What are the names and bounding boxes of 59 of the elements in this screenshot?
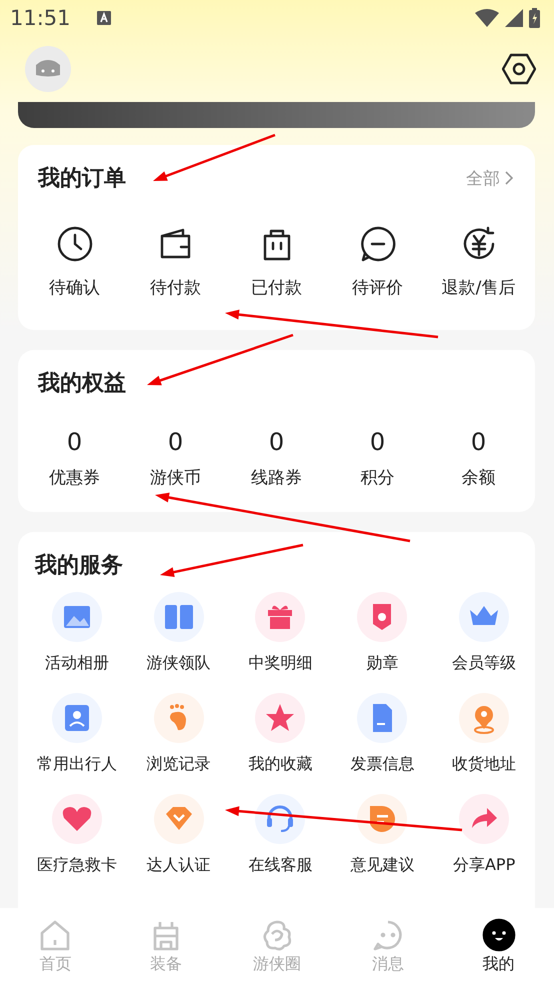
service-button[interactable]: 达人认证 — [128, 794, 230, 876]
service-button[interactable]: 游侠领队 — [128, 592, 230, 674]
benefit-count[interactable]: 0 — [470, 428, 486, 456]
membership-banner[interactable] — [18, 102, 535, 128]
service-button[interactable]: 会员等级 — [433, 592, 535, 674]
service-button[interactable]: 我的收藏 — [230, 693, 332, 775]
footprint-icon — [154, 693, 204, 743]
keyboard-icon — [96, 11, 111, 25]
service-button[interactable]: 分享APP — [433, 794, 535, 876]
order-status-button[interactable]: 已付款 — [226, 225, 327, 299]
service-button[interactable]: 勋章 — [331, 592, 434, 674]
benefit-label[interactable]: 积分 — [360, 466, 394, 489]
benefit-label[interactable]: 线路券 — [251, 466, 302, 489]
crown-icon — [459, 592, 510, 642]
section-title: 我的服务 — [35, 552, 123, 580]
order-status-button[interactable]: 退款/售后 — [428, 225, 529, 299]
share-icon — [459, 794, 510, 844]
benefit-count[interactable]: 0 — [168, 428, 184, 456]
chat-icon — [357, 794, 408, 844]
medal-icon — [357, 592, 408, 642]
benefit-count[interactable]: 0 — [66, 428, 82, 456]
section-title: 我的订单 — [38, 165, 126, 193]
face-icon — [482, 918, 516, 952]
chat-icon — [370, 918, 405, 952]
section-title: 我的权益 — [38, 370, 126, 398]
picture-icon — [52, 592, 102, 642]
service-button[interactable]: 在线客服 — [230, 794, 332, 876]
gift-icon — [255, 592, 306, 642]
settings-icon[interactable] — [502, 53, 536, 85]
headset-icon — [255, 794, 306, 844]
service-button[interactable]: 意见建议 — [331, 794, 434, 876]
signal-icon — [505, 9, 523, 27]
service-button[interactable]: 中奖明细 — [230, 592, 332, 674]
location-icon — [459, 693, 510, 743]
chevron-icon — [505, 171, 513, 185]
battery-icon — [529, 8, 540, 28]
service-button[interactable]: 活动相册 — [26, 592, 128, 674]
chat-icon — [358, 225, 396, 263]
avatar-icon[interactable] — [25, 46, 71, 92]
benefit-label[interactable]: 游侠币 — [150, 466, 201, 489]
service-button[interactable]: 收货地址 — [433, 693, 535, 775]
home-icon — [38, 918, 72, 952]
benefit-count[interactable]: 0 — [268, 428, 284, 456]
wifi-icon — [475, 9, 499, 27]
order-status-button[interactable]: 待评价 — [327, 225, 428, 299]
benefit-count[interactable]: 0 — [370, 428, 386, 456]
clock-icon — [56, 225, 94, 263]
service-button[interactable]: 医疗急救卡 — [26, 794, 128, 876]
tab[interactable]: 我的 — [443, 908, 554, 984]
benefit-label[interactable]: 优惠券 — [49, 466, 100, 489]
contact-icon — [52, 693, 102, 743]
service-button[interactable]: 浏览记录 — [128, 693, 230, 775]
service-button[interactable]: 常用出行人 — [26, 693, 128, 775]
document-icon — [357, 693, 408, 743]
order-status-button[interactable]: 待付款 — [125, 225, 226, 299]
service-button[interactable]: 发票信息 — [331, 693, 434, 775]
order-status-button[interactable]: 待确认 — [24, 225, 125, 299]
benefit-label[interactable]: 余额 — [462, 466, 496, 489]
status-time: 11:51 — [10, 6, 71, 30]
